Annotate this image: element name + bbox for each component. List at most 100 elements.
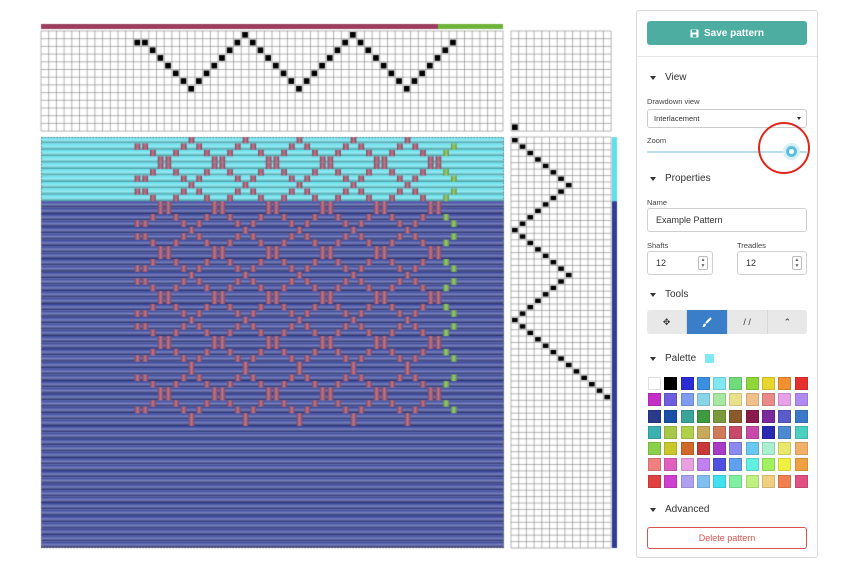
palette-swatch[interactable] <box>696 425 710 439</box>
palette-swatch[interactable] <box>664 442 678 456</box>
weaving-app: Save pattern View Drawdown view Interlac… <box>0 0 850 574</box>
palette-swatch[interactable] <box>680 474 694 488</box>
pattern-name-value: Example Pattern <box>656 215 723 225</box>
palette-swatch[interactable] <box>648 442 661 456</box>
palette-swatch[interactable] <box>762 377 776 390</box>
caret-down-icon <box>650 507 656 512</box>
section-view[interactable]: View <box>650 72 687 83</box>
tool-line[interactable]: / / <box>727 310 768 334</box>
save-pattern-button[interactable]: Save pattern <box>647 21 807 45</box>
chevron-down-icon <box>797 117 801 120</box>
palette-swatch[interactable] <box>794 377 808 390</box>
palette-swatch[interactable] <box>778 393 792 407</box>
palette-swatch[interactable] <box>778 458 792 472</box>
palette-swatch[interactable] <box>745 458 759 472</box>
palette-swatch[interactable] <box>664 474 678 488</box>
tool-move[interactable]: ✥ <box>647 310 688 334</box>
palette-swatch[interactable] <box>680 425 694 439</box>
delete-pattern-button[interactable]: Delete pattern <box>647 527 807 549</box>
palette-swatch[interactable] <box>729 409 743 423</box>
palette-swatch[interactable] <box>762 409 776 423</box>
palette-swatch[interactable] <box>713 458 727 472</box>
palette-swatch[interactable] <box>745 474 759 488</box>
palette-swatch[interactable] <box>729 458 743 472</box>
pattern-name-input[interactable]: Example Pattern <box>647 208 807 232</box>
palette-swatch[interactable] <box>664 425 678 439</box>
palette-swatch[interactable] <box>713 409 727 423</box>
palette-swatch[interactable] <box>696 393 710 407</box>
palette-swatch[interactable] <box>696 409 710 423</box>
palette-swatch[interactable] <box>762 474 776 488</box>
palette-swatch[interactable] <box>729 474 743 488</box>
tool-paintbrush[interactable] <box>687 310 728 334</box>
palette-swatch[interactable] <box>648 474 661 488</box>
tools-toolbar: ✥ / / ⌃ <box>647 310 807 334</box>
section-palette[interactable]: Palette <box>650 353 715 364</box>
palette-swatch[interactable] <box>713 474 727 488</box>
palette-swatch[interactable] <box>778 474 792 488</box>
palette-swatch[interactable] <box>745 442 759 456</box>
section-tools[interactable]: Tools <box>650 289 688 300</box>
palette-swatch[interactable] <box>664 409 678 423</box>
palette-swatch[interactable] <box>794 425 808 439</box>
palette-swatch[interactable] <box>794 442 808 456</box>
palette-swatch[interactable] <box>648 393 661 407</box>
stepper-arrows-icon[interactable]: ▲ ▼ <box>698 256 708 270</box>
palette-swatch[interactable] <box>680 393 694 407</box>
palette-swatch[interactable] <box>713 442 727 456</box>
line-icon: / / <box>743 317 751 327</box>
palette-swatch[interactable] <box>729 442 743 456</box>
drawdown-view-label: Drawdown view <box>647 97 700 106</box>
palette-swatch[interactable] <box>778 425 792 439</box>
palette-swatch[interactable] <box>648 377 661 390</box>
palette-swatch[interactable] <box>713 393 727 407</box>
palette-swatch[interactable] <box>664 458 678 472</box>
drawdown-view-value: Interlacement <box>654 114 700 123</box>
palette-swatch[interactable] <box>762 442 776 456</box>
palette-swatch[interactable] <box>794 393 808 407</box>
caret-down-icon <box>650 356 656 361</box>
section-advanced[interactable]: Advanced <box>650 504 709 515</box>
palette-swatch[interactable] <box>778 409 792 423</box>
palette-swatch[interactable] <box>648 458 661 472</box>
palette-swatch[interactable] <box>745 377 759 390</box>
palette-swatch[interactable] <box>696 474 710 488</box>
draft-canvas[interactable] <box>0 0 630 560</box>
palette-swatch[interactable] <box>745 409 759 423</box>
stepper-arrows-icon[interactable]: ▲ ▼ <box>792 256 802 270</box>
palette-swatch[interactable] <box>729 425 743 439</box>
palette-swatch[interactable] <box>680 377 694 390</box>
palette-swatch[interactable] <box>713 425 727 439</box>
palette-swatch[interactable] <box>762 458 776 472</box>
palette-swatch[interactable] <box>680 458 694 472</box>
palette-swatch[interactable] <box>794 474 808 488</box>
treadles-stepper[interactable]: 12 ▲ ▼ <box>737 251 807 275</box>
palette-swatch[interactable] <box>745 393 759 407</box>
palette-swatch[interactable] <box>713 377 727 390</box>
palette-swatch[interactable] <box>680 409 694 423</box>
palette-swatch[interactable] <box>794 409 808 423</box>
section-advanced-title: Advanced <box>665 504 710 515</box>
palette-swatch[interactable] <box>729 393 743 407</box>
palette-swatch[interactable] <box>664 393 678 407</box>
palette-swatch[interactable] <box>648 425 661 439</box>
palette-swatch[interactable] <box>696 377 710 390</box>
palette-swatch[interactable] <box>664 377 678 390</box>
palette-swatch[interactable] <box>778 442 792 456</box>
palette-swatch[interactable] <box>696 458 710 472</box>
palette-swatch[interactable] <box>648 409 661 423</box>
palette-swatch[interactable] <box>696 442 710 456</box>
palette-swatch[interactable] <box>745 425 759 439</box>
palette-swatch[interactable] <box>729 377 743 390</box>
save-icon <box>690 28 699 38</box>
section-view-title: View <box>665 72 687 83</box>
treadles-value: 12 <box>746 258 757 268</box>
tool-chevron[interactable]: ⌃ <box>767 310 807 334</box>
palette-swatch[interactable] <box>778 377 792 390</box>
palette-swatch[interactable] <box>680 442 694 456</box>
palette-swatch[interactable] <box>762 425 776 439</box>
section-properties[interactable]: Properties <box>650 173 711 184</box>
palette-swatch[interactable] <box>762 393 776 407</box>
palette-swatch[interactable] <box>794 458 808 472</box>
shafts-stepper[interactable]: 12 ▲ ▼ <box>647 251 713 275</box>
